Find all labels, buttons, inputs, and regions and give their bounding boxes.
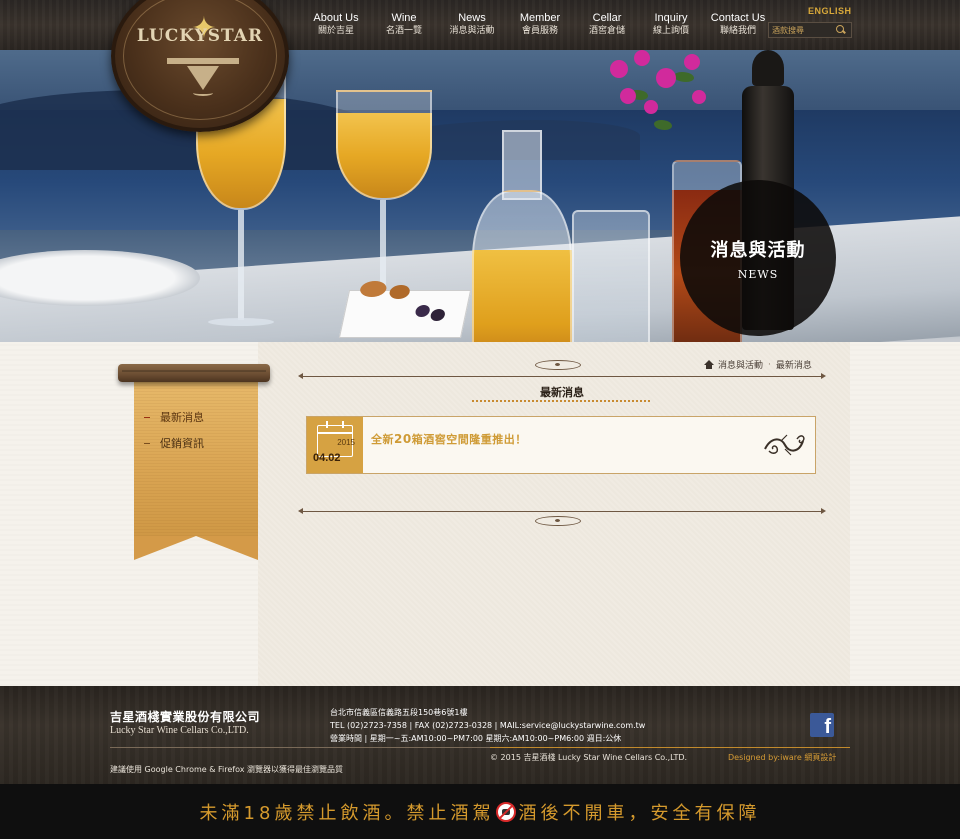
scroll-ornament-icon (764, 434, 805, 456)
nav-label-en: Member (519, 12, 561, 24)
sidebar-item-latest-news[interactable]: 最新消息 (134, 404, 258, 430)
dotted-underline (472, 400, 650, 402)
nav-label-zh: 名酒一覽 (385, 26, 422, 36)
nav-label-zh: 消息與活動 (449, 26, 495, 36)
search-input[interactable] (769, 25, 833, 35)
breadcrumb-separator: · (768, 359, 771, 370)
warning-text-part: 未滿18歲禁止飲酒。禁止酒駕 (199, 802, 495, 824)
warning-text-part: 酒後不開車，安全有保障 (518, 802, 761, 824)
nav-label-en: News (458, 12, 486, 24)
nav-label-en: Contact Us (710, 12, 766, 24)
nav-label-en: Cellar (592, 12, 622, 24)
business-hours: 營業時間 | 星期一~五:AM10:00~PM7:00 星期六:AM10:00~… (330, 734, 622, 743)
main-nav: About Us 關於吉星 Wine 名酒一覽 News 消息與活動 Membe… (300, 12, 776, 38)
nav-label-en: About Us (313, 12, 359, 24)
designer-credit[interactable]: Designed by:iware 網頁設計 (728, 752, 836, 763)
sidebar-item-label: 最新消息 (160, 411, 204, 424)
divider-bottom (298, 508, 826, 514)
alcohol-warning: 未滿18歲禁止飲酒。禁止酒駕 酒後不開車，安全有保障 (200, 799, 761, 825)
bullet-dash-icon (144, 442, 150, 444)
breadcrumb-item-current: 最新消息 (775, 361, 812, 371)
footer-divider (110, 747, 850, 748)
nav-label-en: Inquiry (654, 12, 688, 24)
nav-label-zh: 關於吉星 (317, 26, 354, 36)
contact-info: 台北市信義區信義路五段150巷6號1樓 TEL (02)2723-7358 | … (330, 706, 645, 745)
sidebar-banner-tail (134, 536, 258, 560)
ornament-bottom-icon (528, 513, 588, 529)
news-date-block: 2015 04.02 (307, 417, 363, 473)
nav-item-inquiry[interactable]: Inquiry 線上詢價 (642, 12, 700, 38)
logo-emblem-icon (167, 58, 239, 98)
news-date: 04.02 (313, 452, 341, 464)
ornament-top-icon (528, 357, 588, 373)
news-title-number: 20 (394, 432, 412, 446)
nav-item-wine[interactable]: Wine 名酒一覽 (372, 12, 436, 38)
tel-fax-mail: TEL (02)2723-7358 | FAX (02)2723-0328 | … (330, 721, 646, 730)
nav-label-zh: 會員服務 (521, 26, 558, 36)
sidebar-item-promotions[interactable]: 促銷資訊 (134, 430, 258, 456)
english-link[interactable]: ENGLISH (808, 6, 852, 16)
page-title-en: NEWS (737, 267, 779, 281)
address: 台北市信義區信義路五段150巷6號1樓 (330, 708, 468, 717)
breadcrumb: 消息與活動 · 最新消息 (704, 358, 812, 371)
bullet-dash-icon (144, 416, 150, 418)
nav-item-member[interactable]: Member 會員服務 (508, 12, 572, 38)
search-box (768, 22, 852, 38)
company-name-en: Lucky Star Wine Cellars Co.,LTD. (110, 725, 249, 736)
browser-recommendation: 建議使用 Google Chrome & Firefox 瀏覽器以獲得最佳瀏覽品… (110, 765, 344, 774)
page-title-badge: 消息與活動 NEWS (680, 180, 836, 336)
news-year: 2015 (337, 438, 355, 447)
sidebar-item-label: 促銷資訊 (160, 437, 204, 450)
nav-label-zh: 線上詢價 (652, 26, 689, 36)
nav-item-cellar[interactable]: Cellar 酒窖倉儲 (572, 12, 642, 38)
page-title: 消息與活動 (710, 239, 806, 261)
sidebar-wood-plank (118, 364, 270, 382)
hero-snack-dish (338, 281, 472, 338)
breadcrumb-item[interactable]: 消息與活動 (718, 358, 763, 371)
nav-label-en: Wine (391, 12, 417, 24)
hero-carafe (472, 130, 572, 342)
nav-item-news[interactable]: News 消息與活動 (436, 12, 508, 38)
news-title-part: 箱酒窖空間隆重推出！ (411, 433, 527, 446)
facebook-icon[interactable]: f (810, 713, 834, 737)
copyright: © 2015 吉星酒棧 Lucky Star Wine Cellars Co.,… (490, 753, 688, 762)
news-title-part: 全新 (371, 433, 394, 446)
hero-water-glass (572, 210, 650, 342)
divider-top (298, 373, 826, 379)
search-icon[interactable] (833, 23, 847, 37)
nav-label-zh: 酒窖倉儲 (588, 26, 625, 36)
sidebar-menu: 最新消息 促銷資訊 (134, 404, 258, 456)
logo-wordmark: LUCKYSTAR (136, 26, 264, 46)
news-title[interactable]: 全新20箱酒窖空間隆重推出！ (371, 431, 527, 447)
home-icon[interactable] (704, 360, 714, 369)
company-name-zh: 吉星酒棧實業股份有限公司 (110, 710, 261, 724)
section-title: 最新消息 (540, 386, 584, 399)
nav-item-contact[interactable]: Contact Us 聯絡我們 (700, 12, 776, 38)
no-drink-driving-icon (496, 801, 517, 822)
alcohol-warning-bar: 未滿18歲禁止飲酒。禁止酒駕 酒後不開車，安全有保障 (0, 784, 960, 839)
news-item[interactable]: 2015 04.02 全新20箱酒窖空間隆重推出！ (306, 416, 816, 474)
nav-label-zh: 聯絡我們 (719, 26, 756, 36)
nav-item-about[interactable]: About Us 關於吉星 (300, 12, 372, 38)
